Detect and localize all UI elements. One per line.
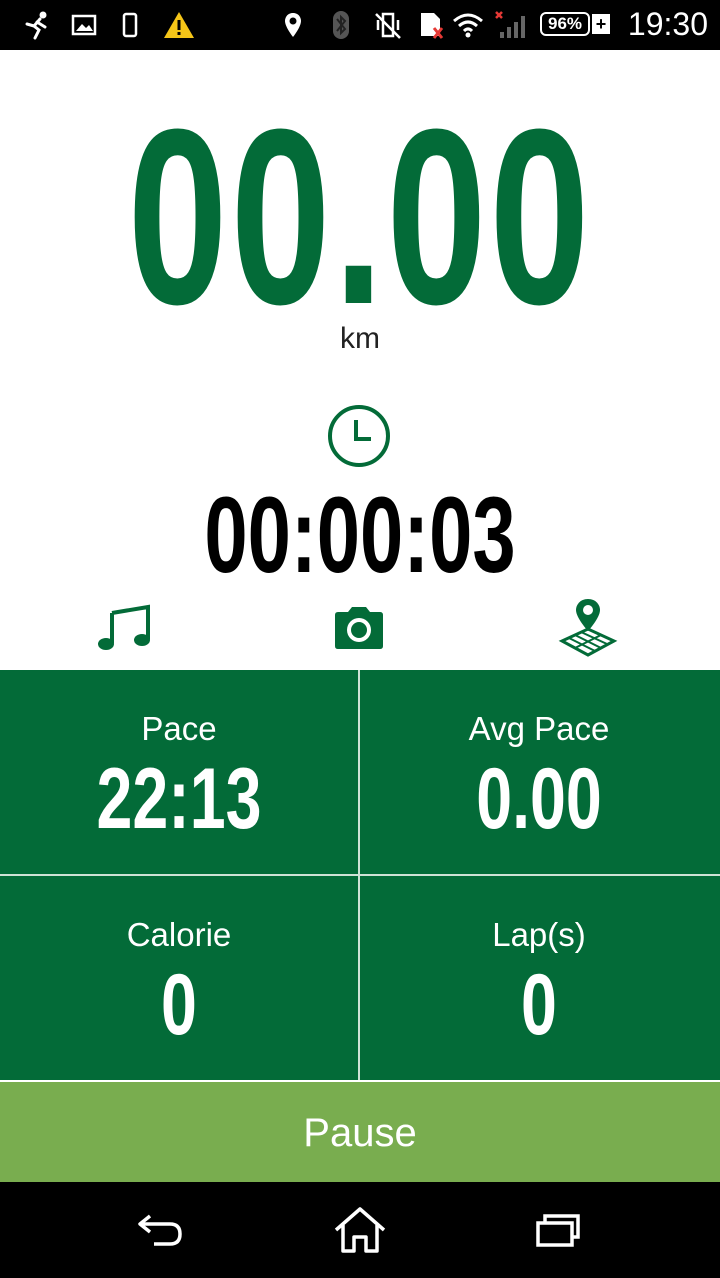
image-icon [68, 8, 100, 42]
sim-x-icon [416, 8, 446, 42]
clock-icon [325, 402, 393, 470]
wifi-icon [450, 8, 486, 42]
location-icon [280, 8, 306, 42]
laps-cell: Lap(s) 0 [360, 876, 718, 1080]
stats-grid: Pace 22:13 Avg Pace 0.00 Calorie 0 Lap(s… [0, 670, 720, 1080]
status-time: 19:30 [627, 6, 708, 42]
map-pin-icon[interactable] [556, 596, 620, 660]
warning-icon [160, 8, 198, 42]
phone-icon [118, 8, 142, 42]
calorie-label: Calorie [126, 916, 232, 953]
battery-icon: 96% [540, 12, 590, 36]
status-bar: 96% + 19:30 [0, 0, 720, 50]
recents-icon[interactable] [518, 1200, 598, 1260]
signal-icon [490, 8, 528, 42]
home-icon[interactable] [320, 1200, 400, 1260]
laps-value: 0 [521, 957, 557, 1053]
avg-pace-value: 0.00 [476, 751, 602, 847]
running-icon [20, 8, 56, 42]
bluetooth-icon [328, 8, 354, 42]
nav-bar [0, 1182, 720, 1278]
pace-label: Pace [141, 710, 217, 747]
music-icon[interactable] [94, 596, 158, 660]
charging-icon: + [592, 14, 610, 34]
camera-icon[interactable] [327, 596, 391, 660]
pace-value: 22:13 [96, 751, 262, 847]
elapsed-time: 00:00:03 [204, 474, 516, 595]
grid-divider-horizontal [0, 874, 720, 876]
avg-pace-label: Avg Pace [468, 710, 610, 747]
avg-pace-cell: Avg Pace 0.00 [360, 670, 718, 874]
distance-unit: km [340, 322, 380, 355]
laps-label: Lap(s) [492, 916, 586, 953]
distance-value: 00.00 [127, 77, 593, 356]
back-icon[interactable] [120, 1200, 200, 1260]
pace-cell: Pace 22:13 [0, 670, 358, 874]
calorie-value: 0 [161, 957, 197, 1053]
pause-button[interactable]: Pause [0, 1082, 720, 1182]
vibrate-off-icon [370, 8, 406, 42]
calorie-cell: Calorie 0 [0, 876, 358, 1080]
